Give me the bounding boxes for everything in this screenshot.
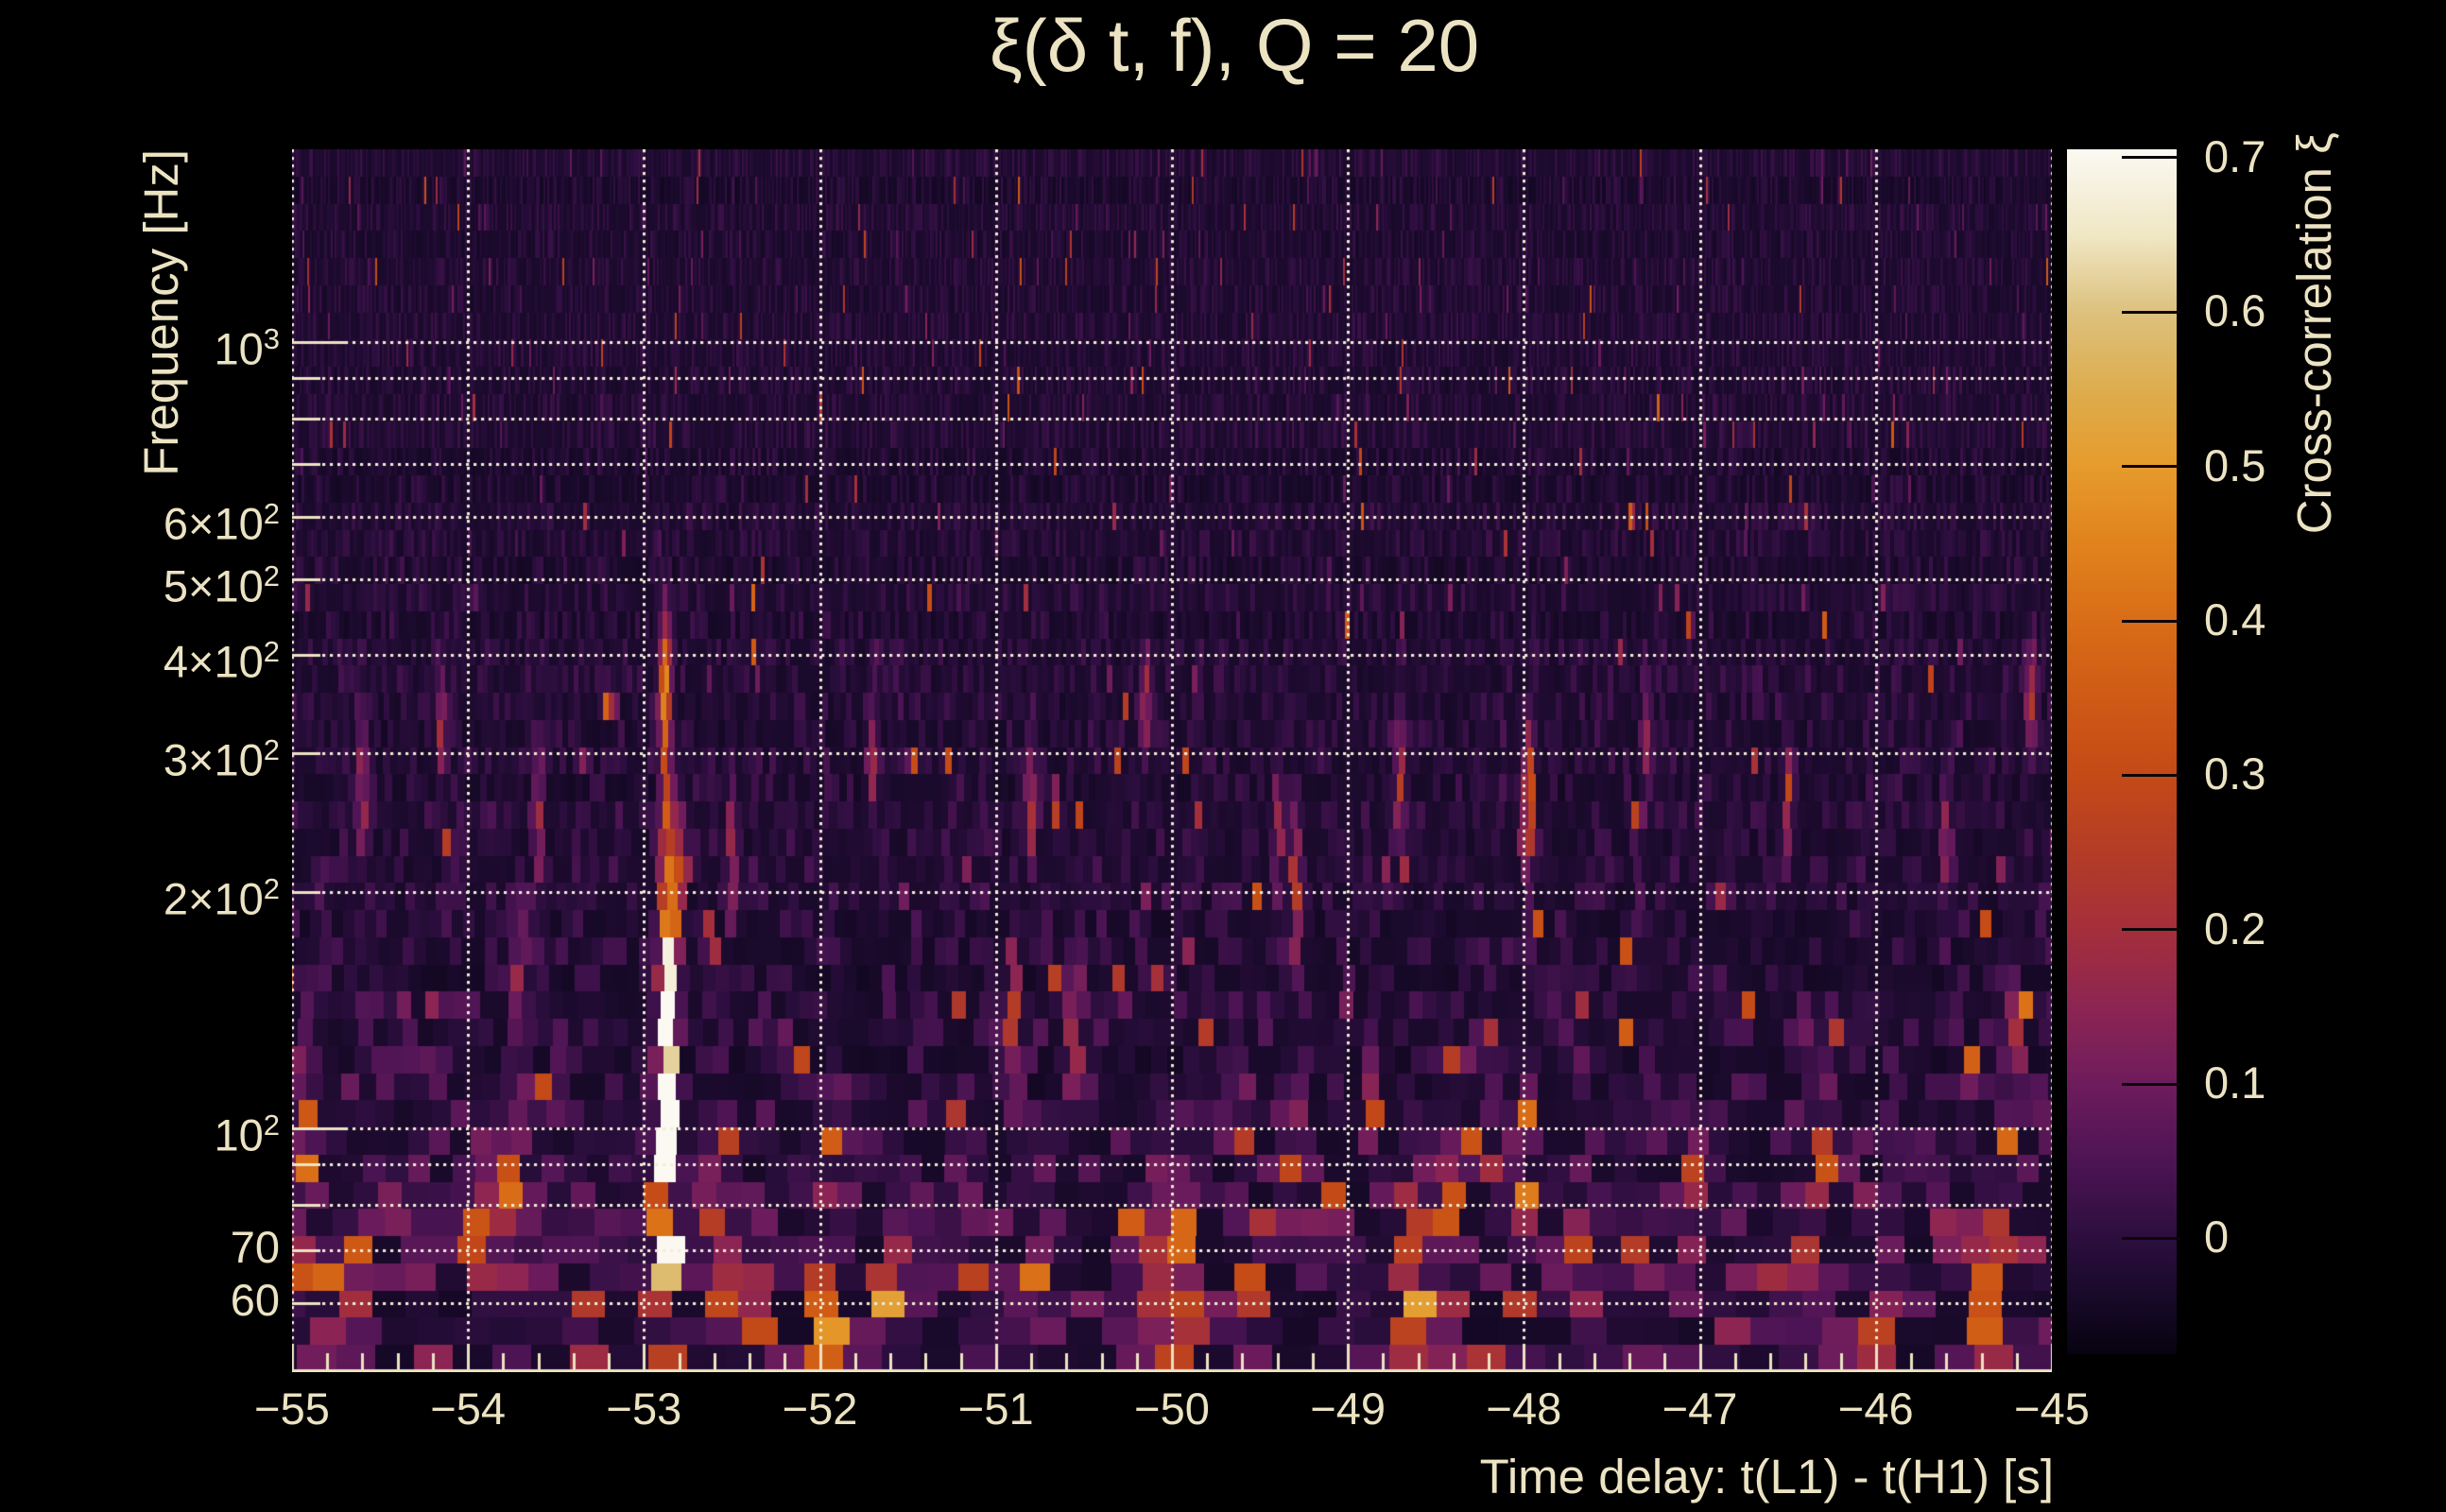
colorbar-tick-label: 0.1	[2204, 1057, 2266, 1108]
colorbar-tick-label: 0.4	[2204, 594, 2266, 645]
colorbar-tick-label: 0.2	[2204, 902, 2266, 954]
y-tick-label: 2×102	[163, 871, 280, 924]
colorbar-tick	[2122, 619, 2180, 623]
y-tick-label: 103	[214, 322, 280, 374]
colorbar-tick-label: 0.3	[2204, 748, 2266, 799]
colorbar-tick	[2122, 773, 2180, 777]
y-tick-label: 4×102	[163, 635, 280, 687]
x-tick-label: −45	[2014, 1383, 2090, 1434]
y-tick-label: 6×102	[163, 496, 280, 549]
y-tick-label: 102	[214, 1108, 280, 1160]
y-tick-label: 3×102	[163, 733, 280, 785]
figure-background: { "title": "ξ(δ t, f), Q = 20", "x_axis"…	[0, 0, 2446, 1512]
colorbar	[2067, 149, 2177, 1354]
y-tick-label: 60	[230, 1274, 280, 1325]
y-tick-label: 5×102	[163, 558, 280, 611]
y-tick-label: 70	[230, 1222, 280, 1273]
colorbar-tick	[2122, 1082, 2180, 1086]
colorbar-tick	[2122, 928, 2180, 932]
spectrogram-heatmap	[292, 149, 2052, 1372]
y-axis-label: Frequency [Hz]	[134, 149, 188, 476]
colorbar-tick-label: 0.7	[2204, 130, 2266, 181]
colorbar-label: Cross-correlation ξ	[2287, 132, 2341, 535]
colorbar-tick	[2122, 310, 2180, 314]
colorbar-tick-label: 0	[2204, 1211, 2230, 1263]
colorbar-tick-label: 0.5	[2204, 439, 2266, 490]
colorbar-tick	[2122, 465, 2180, 469]
colorbar-tick	[2122, 1236, 2180, 1240]
colorbar-tick-label: 0.6	[2204, 285, 2266, 336]
x-axis-label: Time delay: t(L1) - t(H1) [s]	[1479, 1450, 2054, 1503]
chart-title: ξ(δ t, f), Q = 20	[989, 4, 1480, 87]
colorbar-tick	[2122, 156, 2180, 160]
